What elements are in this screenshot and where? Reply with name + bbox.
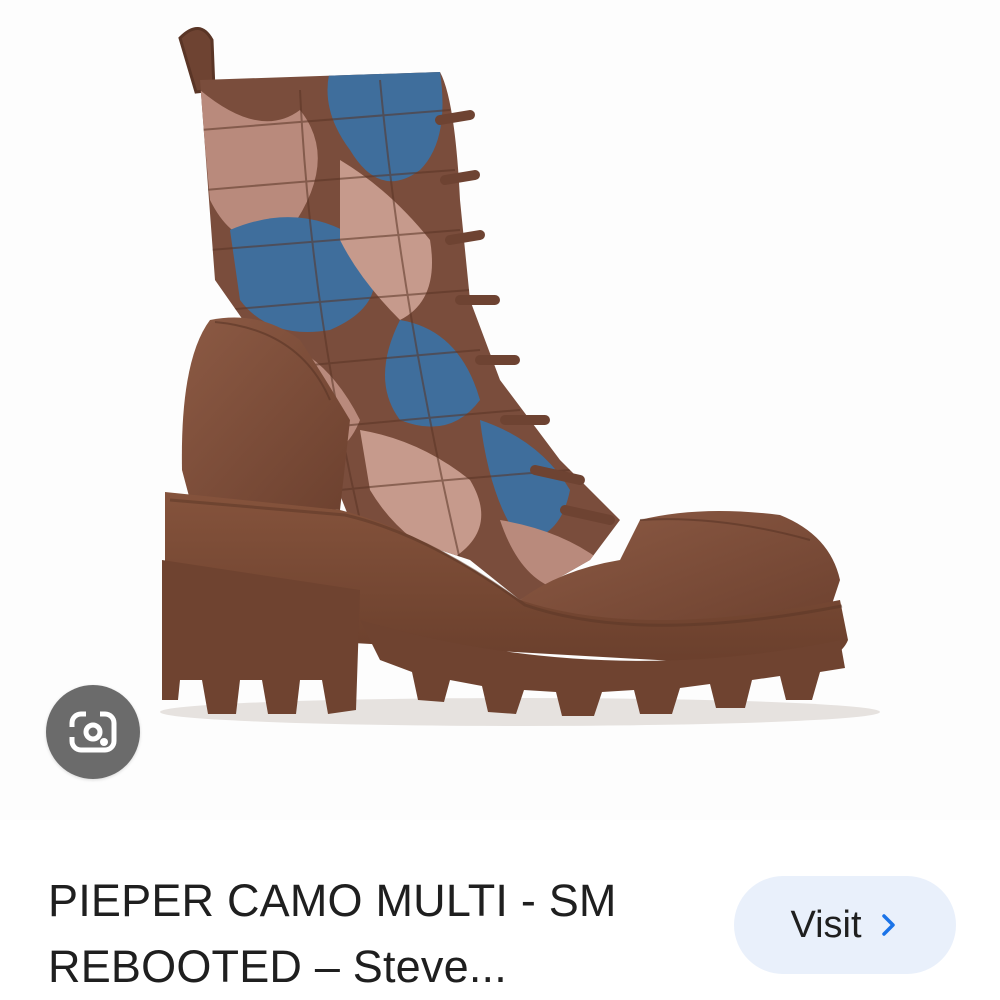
search-result-card: PIEPER CAMO MULTI - SM REBOOTED – Steve.…	[0, 0, 1000, 1000]
result-title[interactable]: PIEPER CAMO MULTI - SM REBOOTED – Steve.…	[48, 868, 688, 1000]
visit-button[interactable]: Visit	[734, 876, 956, 974]
boot-illustration	[160, 27, 880, 726]
google-lens-icon	[69, 709, 117, 753]
result-title-line-2: REBOOTED – Steve...	[48, 941, 507, 992]
product-image[interactable]	[0, 0, 1000, 820]
chevron-right-icon	[881, 914, 895, 936]
google-lens-button[interactable]	[46, 685, 140, 779]
visit-button-label: Visit	[790, 903, 862, 946]
result-title-line-1: PIEPER CAMO MULTI - SM	[48, 875, 617, 926]
